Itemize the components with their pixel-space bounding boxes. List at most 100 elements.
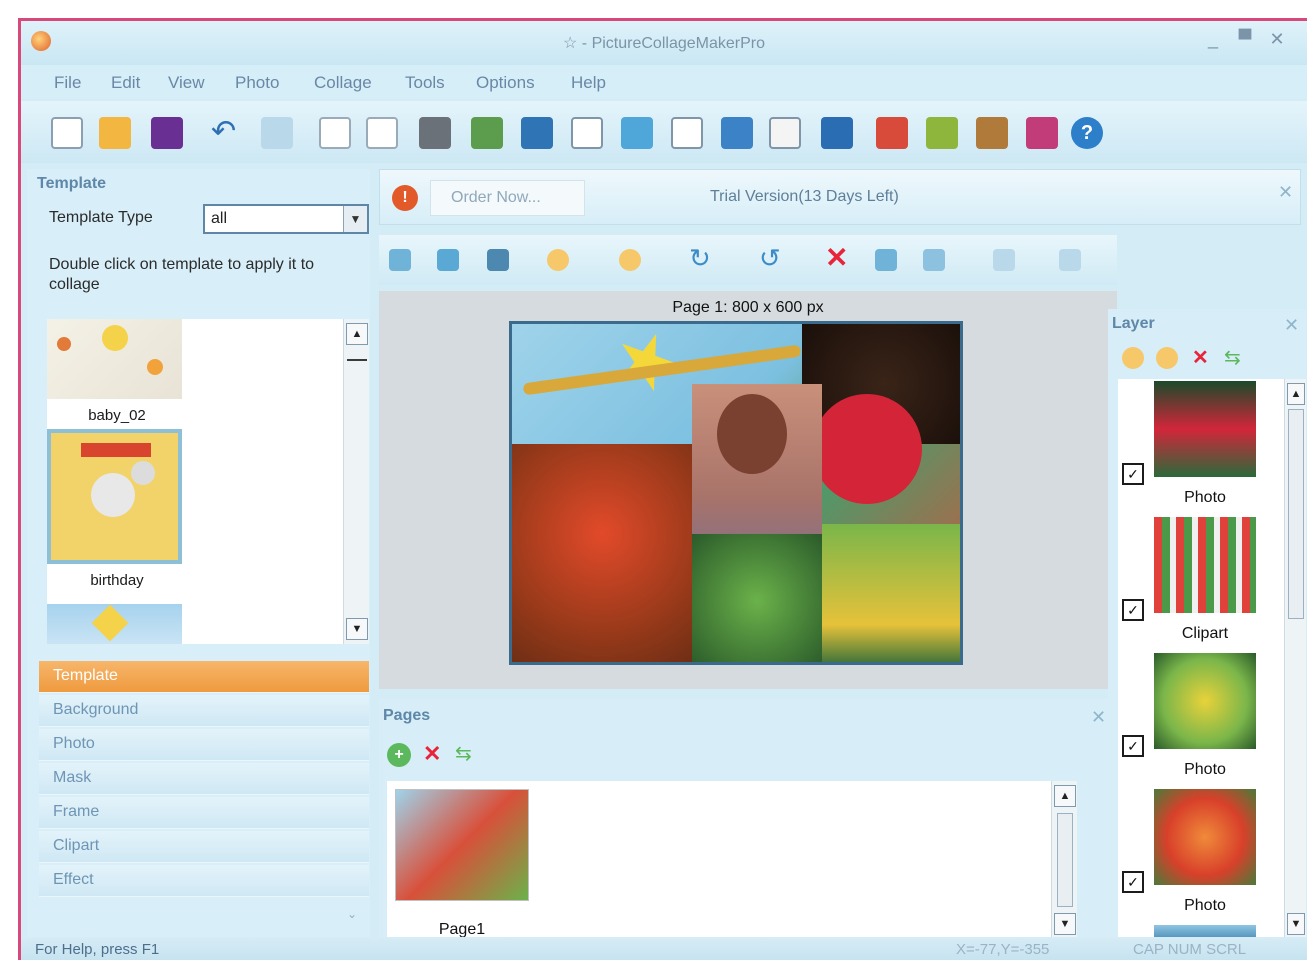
section-photo[interactable]: Photo	[39, 729, 369, 761]
send-backward-icon[interactable]	[619, 249, 641, 271]
swap-layer-icon[interactable]: ⇆	[1224, 345, 1241, 370]
layer-down-icon[interactable]	[1156, 347, 1178, 369]
layer-thumbnail	[1154, 517, 1256, 613]
delete-page-icon[interactable]: ✕	[423, 741, 441, 767]
frame-icon[interactable]	[769, 117, 801, 149]
layer-item[interactable]: ✓ Photo	[1118, 653, 1278, 789]
photo-icon[interactable]	[876, 117, 908, 149]
order-now-button[interactable]: Order Now...	[430, 180, 585, 216]
scroll-thumb[interactable]	[1057, 813, 1073, 907]
align-icon[interactable]	[993, 249, 1015, 271]
pages-panel-title: Pages	[383, 707, 431, 724]
scroll-up-icon[interactable]: ▲	[1054, 785, 1076, 807]
save-icon[interactable]	[151, 117, 183, 149]
zoom-in-icon[interactable]	[875, 249, 897, 271]
add-clipart-icon[interactable]	[521, 117, 553, 149]
layer-visibility-checkbox[interactable]: ✓	[1122, 463, 1144, 485]
card-icon[interactable]	[976, 117, 1008, 149]
menu-view[interactable]: View	[168, 73, 205, 93]
slideshow-icon[interactable]	[1026, 117, 1058, 149]
scroll-up-icon[interactable]: ▲	[346, 323, 368, 345]
open-icon[interactable]	[99, 117, 131, 149]
crop-icon[interactable]	[437, 249, 459, 271]
help-icon[interactable]: ?	[1071, 117, 1103, 149]
delete-layer-icon[interactable]: ✕	[1192, 345, 1209, 370]
section-frame[interactable]: Frame	[39, 797, 369, 829]
page-icon[interactable]	[319, 117, 351, 149]
export-icon[interactable]	[671, 117, 703, 149]
status-coords: X=-77,Y=-355	[956, 941, 1050, 958]
zoom-icon[interactable]	[621, 117, 653, 149]
close-icon[interactable]: ✕	[1091, 707, 1106, 728]
chevron-down-icon[interactable]: ▼	[343, 206, 367, 232]
resize-icon[interactable]	[487, 249, 509, 271]
template-item[interactable]: baby_02	[47, 319, 187, 424]
title-bar: ☆ - PictureCollageMakerPro _ ▀ ✕	[21, 21, 1307, 65]
chevron-down-icon[interactable]: ⌄	[347, 907, 357, 921]
menu-edit[interactable]: Edit	[111, 73, 140, 93]
scroll-up-icon[interactable]: ▲	[1287, 383, 1305, 405]
add-text-icon[interactable]	[571, 117, 603, 149]
section-template[interactable]: Template	[39, 661, 369, 693]
menu-options[interactable]: Options	[476, 73, 535, 93]
layer-visibility-checkbox[interactable]: ✓	[1122, 735, 1144, 757]
redo-icon[interactable]	[261, 117, 293, 149]
add-page-icon[interactable]: +	[387, 743, 411, 767]
page-setup-icon[interactable]	[366, 117, 398, 149]
section-clipart[interactable]: Clipart	[39, 831, 369, 863]
layer-thumbnail	[1154, 381, 1256, 477]
layer-item[interactable]: ✓ Photo	[1118, 381, 1278, 517]
swap-page-icon[interactable]: ⇆	[455, 741, 472, 766]
calendar-icon[interactable]	[926, 117, 958, 149]
pages-scrollbar[interactable]: ▲ ▼	[1051, 781, 1077, 939]
layer-up-icon[interactable]	[1122, 347, 1144, 369]
scroll-down-icon[interactable]: ▼	[1287, 913, 1305, 935]
menu-collage[interactable]: Collage	[314, 73, 372, 93]
page-thumbnail[interactable]	[395, 789, 529, 901]
layer-label: Photo	[1184, 761, 1226, 778]
template-item[interactable]	[47, 604, 187, 644]
scroll-thumb[interactable]	[1288, 409, 1304, 619]
menu-tools[interactable]: Tools	[405, 73, 445, 93]
rotate-left-icon[interactable]: ↺	[759, 245, 781, 271]
close-button[interactable]: ✕	[1265, 29, 1289, 50]
template-type-select[interactable]: all ▼	[203, 204, 369, 234]
menu-help[interactable]: Help	[571, 73, 606, 93]
layer-item[interactable]: ✓ Clipart	[1118, 517, 1278, 653]
delete-icon[interactable]: ✕	[825, 244, 848, 272]
menu-file[interactable]: File	[54, 73, 81, 93]
distribute-icon[interactable]	[1059, 249, 1081, 271]
close-icon[interactable]: ✕	[1278, 182, 1293, 203]
layer-item[interactable]: ✓ Photo	[1118, 789, 1278, 925]
undo-icon[interactable]: ↶	[211, 117, 243, 149]
layer-visibility-checkbox[interactable]: ✓	[1122, 599, 1144, 621]
select-icon[interactable]	[389, 249, 411, 271]
section-mask[interactable]: Mask	[39, 763, 369, 795]
trial-bar: ! Order Now... Trial Version(13 Days Lef…	[379, 169, 1301, 225]
template-type-label: Template Type	[49, 209, 153, 226]
layer-visibility-checkbox[interactable]: ✓	[1122, 871, 1144, 893]
minimize-button[interactable]: _	[1201, 29, 1225, 50]
template-item[interactable]: birthday	[47, 429, 187, 589]
rotate-right-icon[interactable]: ↻	[689, 245, 711, 271]
grid-icon[interactable]	[923, 249, 945, 271]
maximize-button[interactable]: ▀	[1233, 29, 1257, 50]
status-keys: CAP NUM SCRL	[1133, 941, 1247, 958]
template-list: baby_02 birthday ▲ ▼	[47, 319, 369, 644]
new-icon[interactable]	[51, 117, 83, 149]
close-icon[interactable]: ✕	[1284, 315, 1299, 336]
collage-canvas[interactable]	[509, 321, 963, 665]
scroll-down-icon[interactable]: ▼	[346, 618, 368, 640]
scroll-thumb[interactable]	[347, 359, 367, 371]
add-photo-icon[interactable]	[471, 117, 503, 149]
section-background[interactable]: Background	[39, 695, 369, 727]
print-icon[interactable]	[419, 117, 451, 149]
bring-forward-icon[interactable]	[547, 249, 569, 271]
template-scrollbar[interactable]: ▲ ▼	[343, 319, 369, 644]
mask-icon[interactable]	[821, 117, 853, 149]
import-icon[interactable]	[721, 117, 753, 149]
layer-scrollbar[interactable]: ▲ ▼	[1284, 379, 1306, 939]
menu-photo[interactable]: Photo	[235, 73, 279, 93]
scroll-down-icon[interactable]: ▼	[1054, 913, 1076, 935]
section-effect[interactable]: Effect	[39, 865, 369, 897]
